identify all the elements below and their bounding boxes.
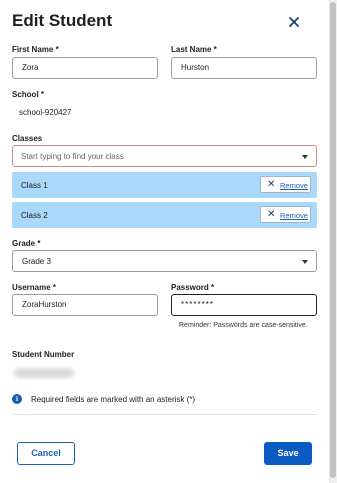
- classes-search-input[interactable]: Start typing to find your class: [12, 145, 317, 167]
- edit-student-dialog: Edit Student First Name * Zora Last Name…: [0, 0, 329, 483]
- first-name-input[interactable]: Zora: [12, 57, 158, 79]
- required-fields-note: Required fields are marked with an aster…: [31, 395, 196, 404]
- close-icon[interactable]: [286, 14, 302, 30]
- remove-class-button[interactable]: ✕ Remove: [260, 176, 311, 193]
- class-chip: Class 1 ✕ Remove: [12, 172, 317, 198]
- class-chip-name: Class 1: [21, 181, 48, 190]
- username-label: Username *: [12, 283, 57, 292]
- password-hint: Reminder: Passwords are case-sensitive.: [179, 322, 308, 329]
- first-name-label: First Name *: [12, 45, 59, 54]
- grade-label: Grade *: [12, 239, 41, 248]
- password-label: Password *: [171, 283, 215, 292]
- grade-value: Grade 3: [22, 257, 51, 266]
- grade-select[interactable]: Grade 3: [12, 250, 317, 272]
- classes-label: Classes: [12, 134, 43, 143]
- school-label: School *: [12, 90, 45, 99]
- chevron-down-icon: [302, 260, 308, 264]
- class-chip: Class 2 ✕ Remove: [12, 202, 317, 228]
- last-name-label: Last Name *: [171, 45, 217, 54]
- password-input[interactable]: ********: [171, 294, 317, 316]
- scrollbar[interactable]: [329, 0, 337, 483]
- remove-label: Remove: [280, 181, 308, 190]
- save-button[interactable]: Save: [264, 442, 312, 465]
- close-icon: ✕: [267, 209, 276, 220]
- divider: [12, 414, 317, 415]
- cancel-button[interactable]: Cancel: [17, 442, 75, 465]
- dialog-title: Edit Student: [12, 11, 113, 30]
- remove-class-button[interactable]: ✕ Remove: [260, 206, 311, 223]
- student-number-value-redacted: [14, 368, 74, 378]
- classes-placeholder: Start typing to find your class: [21, 152, 124, 161]
- remove-label: Remove: [280, 211, 308, 220]
- school-value: school-920427: [19, 108, 72, 117]
- student-number-label: Student Number: [12, 350, 75, 359]
- info-icon: i: [12, 394, 22, 404]
- last-name-input[interactable]: Hurston: [171, 57, 317, 79]
- class-chip-name: Class 2: [21, 211, 48, 220]
- chevron-down-icon: [302, 155, 308, 159]
- username-input[interactable]: ZoraHurston: [12, 294, 158, 316]
- close-icon: ✕: [267, 179, 276, 190]
- scrollbar-thumb[interactable]: [330, 2, 336, 478]
